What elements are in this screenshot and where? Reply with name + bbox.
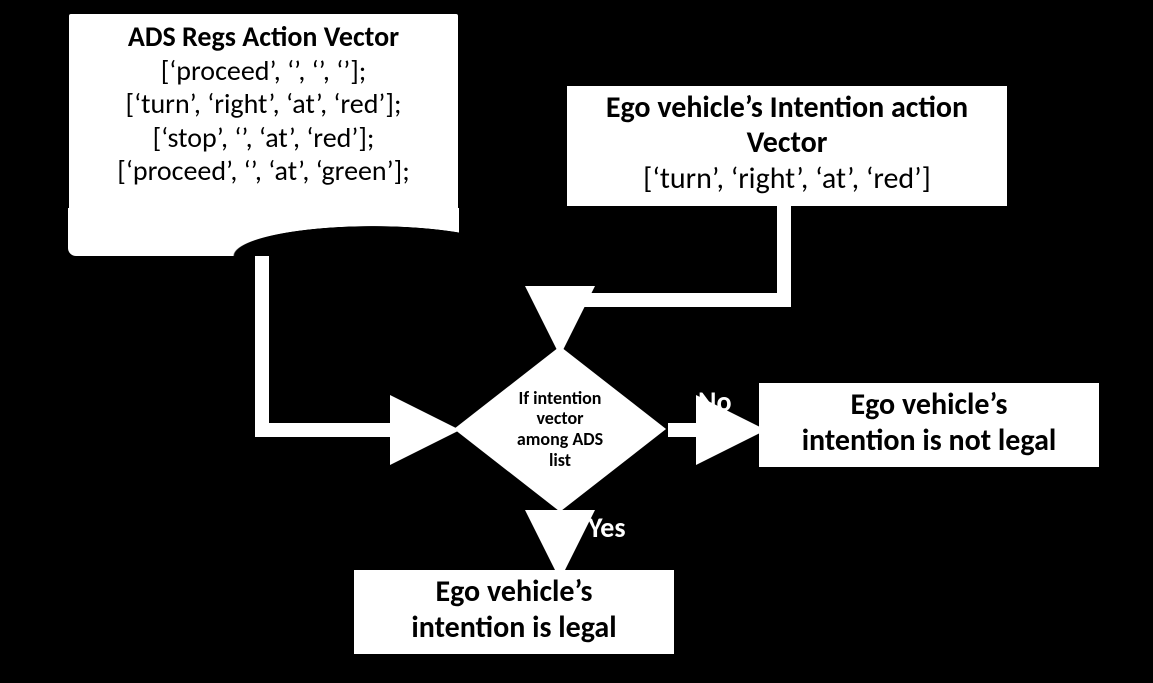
edge-label-no: No	[698, 384, 732, 419]
ads-row: [‘turn’, ‘right’, ‘at’, ‘red’];	[69, 87, 458, 121]
ads-ellipsis: …	[69, 188, 458, 222]
decision-line: If intention	[519, 388, 602, 409]
ego-title-line: Vector	[567, 125, 1007, 160]
decision-line: list	[549, 450, 571, 471]
result-line: intention is not legal	[759, 423, 1099, 459]
ego-vector: [‘turn’, ‘right’, ‘at’, ‘red’]	[567, 161, 1007, 196]
ads-row: [‘proceed’, ‘’, ‘at’, ‘green’];	[69, 154, 458, 188]
decision-line: vector	[536, 408, 583, 429]
decision-text: If intention vector among ADS list	[454, 346, 666, 512]
result-line: Ego vehicle’s	[759, 387, 1099, 423]
result-not-legal: Ego vehicle’s intention is not legal	[759, 383, 1099, 467]
result-line: intention is legal	[354, 610, 674, 646]
decision-diamond: If intention vector among ADS list	[454, 346, 666, 512]
ego-title-line: Ego vehicle’s Intention action	[567, 90, 1007, 125]
ads-row: [‘proceed’, ‘’, ‘’, ‘’];	[69, 54, 458, 88]
result-legal: Ego vehicle’s intention is legal	[354, 570, 674, 654]
ads-row: [‘stop’, ‘’, ‘at’, ‘red’];	[69, 121, 458, 155]
ads-regs-document: ADS Regs Action Vector [‘proceed’, ‘’, ‘…	[69, 14, 458, 232]
ego-intention-box: Ego vehicle’s Intention action Vector [‘…	[564, 83, 1010, 209]
result-line: Ego vehicle’s	[354, 574, 674, 610]
ads-title: ADS Regs Action Vector	[69, 20, 458, 54]
decision-line: among ADS	[517, 429, 603, 450]
edge-label-yes: Yes	[588, 510, 626, 545]
